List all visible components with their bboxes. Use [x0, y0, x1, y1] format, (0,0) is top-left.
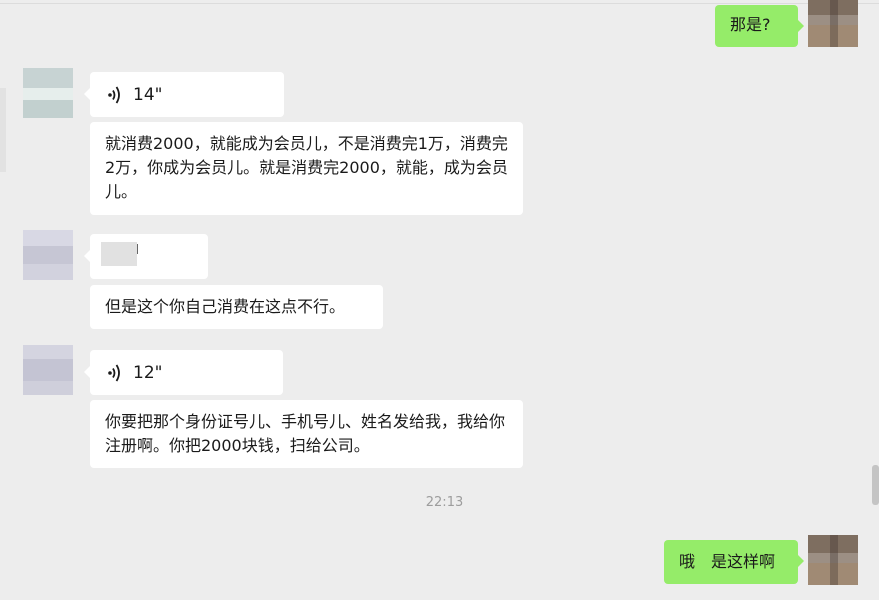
message-text: 那是?	[730, 15, 771, 34]
contact-avatar[interactable]	[23, 345, 73, 395]
self-avatar[interactable]	[808, 535, 858, 585]
self-avatar[interactable]	[808, 0, 858, 47]
contact-avatar[interactable]	[23, 230, 73, 280]
voice-message-bubble[interactable]: 12"	[84, 350, 283, 395]
message-text: 你要把那个身份证号儿、手机号儿、姓名发给我，我给你注册啊。你把2000块钱，扫给…	[105, 412, 506, 455]
scrollbar-thumb[interactable]	[872, 465, 879, 505]
message-text: 但是这个你自己消费在这点不行。	[105, 297, 346, 316]
message-timestamp: 22:13	[425, 495, 464, 510]
voice-duration: 14"	[133, 84, 163, 105]
voice-message-bubble-blurred[interactable]	[84, 234, 208, 279]
top-divider	[0, 3, 879, 4]
message-bubble[interactable]: 你要把那个身份证号儿、手机号儿、姓名发给我，我给你注册啊。你把2000块钱，扫给…	[90, 400, 523, 468]
contact-avatar[interactable]	[23, 68, 73, 118]
message-bubble[interactable]: 但是这个你自己消费在这点不行。	[90, 285, 383, 329]
message-text: 就消费2000，就能成为会员儿，不是消费完1万，消费完2万，你成为会员儿。就是消…	[105, 134, 508, 201]
redacted-block	[101, 242, 137, 266]
voice-wave-icon	[108, 86, 120, 103]
message-bubble-self[interactable]: 那是?	[715, 5, 804, 47]
voice-wave-icon	[108, 364, 120, 381]
redacted-mark	[137, 244, 138, 254]
voice-duration: 12"	[133, 362, 163, 383]
voice-message-bubble[interactable]: 14"	[84, 72, 284, 117]
message-text: 哦 是这样啊	[679, 552, 776, 571]
side-panel-edge	[0, 88, 6, 172]
message-bubble[interactable]: 就消费2000，就能成为会员儿，不是消费完1万，消费完2万，你成为会员儿。就是消…	[90, 122, 523, 215]
message-bubble-self[interactable]: 哦 是这样啊	[664, 540, 804, 584]
